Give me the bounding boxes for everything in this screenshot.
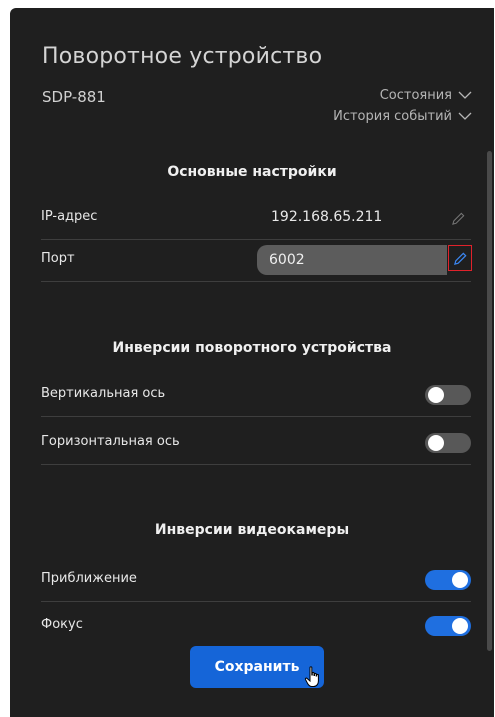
ip-address-row: IP-адрес 192.168.65.211 xyxy=(41,197,471,240)
edit-ip-pencil-icon[interactable] xyxy=(447,207,469,229)
camera-inversion-title: Инверсии видеокамеры xyxy=(154,522,350,538)
horizontal-axis-row: Горизонтальная ось xyxy=(41,422,471,465)
zoom-label: Приближение xyxy=(41,571,137,586)
zoom-row: Приближение xyxy=(41,559,471,602)
page-title: Поворотное устройство xyxy=(42,44,323,69)
edit-port-pencil-icon[interactable] xyxy=(448,245,472,271)
ip-address-label: IP-адрес xyxy=(41,209,98,224)
states-dropdown-label: Состояния xyxy=(379,88,452,103)
chevron-down-icon xyxy=(458,91,472,99)
focus-label: Фокус xyxy=(41,617,83,632)
zoom-toggle[interactable] xyxy=(425,570,471,590)
history-dropdown[interactable]: История событий xyxy=(333,109,472,124)
vertical-axis-row: Вертикальная ось xyxy=(41,374,471,417)
toggle-knob xyxy=(452,618,468,634)
port-label: Порт xyxy=(41,251,75,266)
toggle-knob xyxy=(428,435,444,451)
rotator-settings-panel: Поворотное устройство SDP-881 Состояния … xyxy=(10,8,494,717)
ip-address-value: 192.168.65.211 xyxy=(271,209,383,225)
chevron-down-icon xyxy=(458,112,472,120)
scrollbar[interactable] xyxy=(487,151,492,651)
port-input[interactable] xyxy=(257,245,447,275)
device-model: SDP-881 xyxy=(42,88,106,106)
hand-cursor-icon xyxy=(304,666,319,687)
vertical-axis-toggle[interactable] xyxy=(425,385,471,405)
states-dropdown[interactable]: Состояния xyxy=(380,88,472,103)
rotator-inversion-title: Инверсии поворотного устройства xyxy=(112,340,392,356)
main-settings-title: Основные настройки xyxy=(167,164,337,180)
toggle-knob xyxy=(452,572,468,588)
focus-row: Фокус xyxy=(41,605,471,647)
horizontal-axis-label: Горизонтальная ось xyxy=(41,434,180,449)
toggle-knob xyxy=(428,387,444,403)
history-dropdown-label: История событий xyxy=(333,109,452,124)
vertical-axis-label: Вертикальная ось xyxy=(41,386,166,401)
port-row: Порт xyxy=(41,239,472,282)
focus-toggle[interactable] xyxy=(425,616,471,636)
horizontal-axis-toggle[interactable] xyxy=(425,433,471,453)
